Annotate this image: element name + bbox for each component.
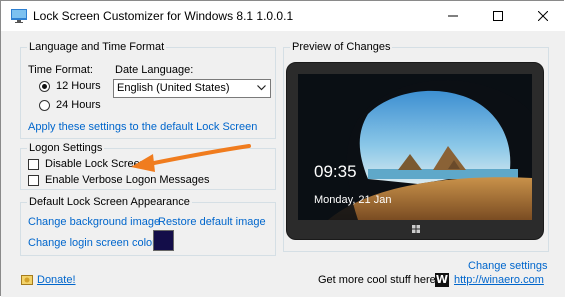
radio-12-hours[interactable]	[39, 81, 50, 92]
minimize-button[interactable]	[430, 1, 475, 31]
donate-icon	[21, 275, 33, 285]
radio-24-hours-label[interactable]: 24 Hours	[56, 99, 101, 112]
logon-settings-legend: Logon Settings	[27, 142, 105, 155]
close-button[interactable]	[520, 1, 565, 31]
chevron-down-icon	[257, 85, 266, 91]
app-icon	[11, 9, 27, 23]
window-title: Lock Screen Customizer for Windows 8.1 1…	[33, 9, 294, 23]
close-icon	[537, 11, 548, 21]
change-settings-link[interactable]: Change settings	[468, 260, 548, 273]
maximize-icon	[492, 11, 503, 21]
minimize-icon	[447, 15, 458, 17]
preview-date: Monday, 21 Jan	[314, 194, 392, 206]
winaero-link[interactable]: http://winaero.com	[454, 274, 544, 287]
appearance-legend: Default Lock Screen Appearance	[27, 196, 192, 209]
login-color-swatch[interactable]	[153, 230, 174, 251]
change-login-color-link[interactable]: Change login screen color	[28, 237, 156, 250]
language-time-legend: Language and Time Format	[27, 41, 167, 54]
more-stuff-text: Get more cool stuff here:	[318, 274, 439, 286]
verbose-logon-checkbox[interactable]	[28, 175, 39, 186]
restore-default-image-link[interactable]: Restore default image	[158, 216, 266, 229]
time-format-label: Time Format:	[28, 64, 93, 76]
app-window: Lock Screen Customizer for Windows 8.1 1…	[0, 0, 565, 297]
tablet-preview: 09:35 Monday, 21 Jan	[286, 62, 544, 240]
verbose-logon-label[interactable]: Enable Verbose Logon Messages	[45, 174, 210, 187]
radio-24-hours[interactable]	[39, 100, 50, 111]
preview-legend: Preview of Changes	[290, 41, 393, 54]
apply-default-lockscreen-link[interactable]: Apply these settings to the default Lock…	[28, 121, 257, 134]
date-language-label: Date Language:	[115, 64, 194, 76]
preview-time: 09:35	[314, 162, 357, 181]
winaero-logo-icon: W	[435, 273, 449, 287]
title-bar: Lock Screen Customizer for Windows 8.1 1…	[1, 1, 565, 31]
donate-link[interactable]: Donate!	[37, 274, 76, 287]
maximize-button[interactable]	[475, 1, 520, 31]
windows-logo-icon	[412, 225, 420, 233]
date-language-select[interactable]: English (United States)	[113, 79, 271, 98]
radio-12-hours-label[interactable]: 12 Hours	[56, 80, 101, 93]
disable-lock-screen-checkbox[interactable]	[28, 159, 39, 170]
change-background-link[interactable]: Change background image	[28, 216, 160, 229]
date-language-value: English (United States)	[117, 82, 230, 94]
annotation-arrow	[131, 144, 251, 172]
lockscreen-preview: 09:35 Monday, 21 Jan	[298, 74, 532, 220]
